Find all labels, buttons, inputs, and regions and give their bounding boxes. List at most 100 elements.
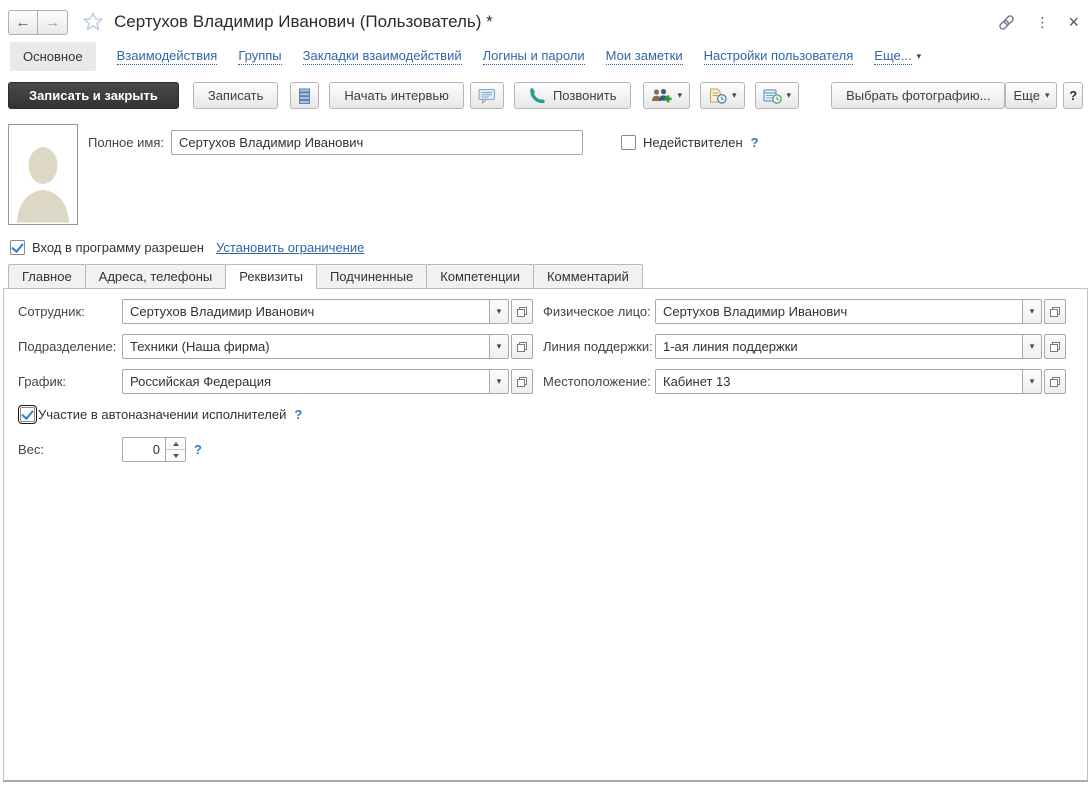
department-select-button[interactable]: ▾ — [489, 334, 509, 359]
individual-select-button[interactable]: ▾ — [1022, 299, 1042, 324]
department-label: Подразделение: — [18, 339, 122, 354]
chevron-down-icon: ▾ — [917, 52, 922, 61]
schedule-input[interactable] — [122, 369, 490, 394]
save-button[interactable]: Записать — [193, 82, 279, 109]
employee-open-button[interactable] — [511, 299, 533, 324]
document-clock-icon — [708, 88, 727, 104]
call-button[interactable]: Позвонить — [514, 82, 632, 109]
auto-assign-help-icon[interactable]: ? — [294, 407, 302, 422]
individual-open-button[interactable] — [1044, 299, 1066, 324]
open-icon — [1050, 342, 1060, 352]
save-and-close-button[interactable]: Записать и закрыть — [8, 82, 179, 109]
forward-button[interactable]: → — [38, 10, 68, 35]
forward-icon: → — [45, 14, 60, 31]
login-allowed-label: Вход в программу разрешен — [32, 240, 204, 255]
tab-addresses-phones[interactable]: Адреса, телефоны — [85, 264, 227, 289]
nav-more-label: Еще... — [874, 48, 911, 65]
tab-comment[interactable]: Комментарий — [533, 264, 643, 289]
form-row: Подразделение: ▾ Линия поддержки: ▾ — [18, 334, 1073, 359]
more-actions-button[interactable]: Еще ▾ — [1005, 82, 1057, 109]
triangle-down-icon — [173, 454, 179, 458]
open-icon — [1050, 377, 1060, 387]
weight-row: Вес: ? — [18, 437, 1073, 462]
schedule-open-button[interactable] — [511, 369, 533, 394]
copy-link-icon[interactable] — [997, 13, 1016, 32]
chevron-down-icon: ▾ — [497, 307, 502, 316]
chevron-down-icon: ▾ — [1030, 307, 1035, 316]
full-name-input[interactable] — [171, 130, 583, 155]
planned-interaction-menu-button[interactable]: ▾ — [700, 82, 745, 109]
location-label: Местоположение: — [543, 374, 655, 389]
department-open-button[interactable] — [511, 334, 533, 359]
login-allowed-row: Вход в программу разрешен Установить огр… — [0, 240, 1091, 255]
close-icon[interactable]: × — [1068, 13, 1079, 31]
help-button[interactable]: ? — [1063, 82, 1083, 109]
invalid-help-icon[interactable]: ? — [751, 135, 759, 150]
tab-competencies[interactable]: Компетенции — [426, 264, 534, 289]
stepper-down-button[interactable] — [166, 450, 185, 461]
window-menu-icon[interactable]: ⋮ — [1035, 15, 1049, 29]
open-icon — [517, 307, 527, 317]
tab-requisites[interactable]: Реквизиты — [225, 264, 317, 289]
weight-help-icon[interactable]: ? — [194, 442, 202, 457]
employee-select-button[interactable]: ▾ — [489, 299, 509, 324]
photo-placeholder[interactable] — [8, 124, 78, 225]
auto-assign-checkbox[interactable] — [20, 407, 35, 422]
triangle-up-icon — [173, 442, 179, 446]
nav-item-groups[interactable]: Группы — [238, 48, 281, 65]
weight-stepper — [165, 437, 186, 462]
nav-item-interactions[interactable]: Взаимодействия — [117, 48, 218, 65]
interaction-list-menu-button[interactable]: ▾ — [755, 82, 800, 109]
nav-item-interaction-bookmarks[interactable]: Закладки взаимодействий — [303, 48, 462, 65]
weight-input[interactable] — [122, 437, 165, 462]
individual-label: Физическое лицо: — [543, 304, 655, 319]
more-actions-label: Еще — [1013, 88, 1039, 103]
invalid-checkbox-label: Недействителен — [643, 135, 743, 150]
full-name-label: Полное имя: — [88, 135, 164, 150]
users-plus-icon — [651, 88, 672, 104]
nav-item-user-settings[interactable]: Настройки пользователя — [704, 48, 854, 65]
auto-assign-label: Участие в автоназначении исполнителей — [38, 407, 286, 422]
tab-main[interactable]: Главное — [8, 264, 86, 289]
list-icon — [298, 88, 311, 104]
stepper-up-button[interactable] — [166, 438, 185, 450]
nav-item-logins-passwords[interactable]: Логины и пароли — [483, 48, 585, 65]
history-nav: ← → — [8, 10, 68, 35]
choose-photo-button[interactable]: Выбрать фотографию... — [831, 82, 1005, 109]
individual-input[interactable] — [655, 299, 1023, 324]
chevron-down-icon: ▾ — [1045, 91, 1050, 100]
favorite-star-icon[interactable] — [82, 11, 104, 33]
department-input[interactable] — [122, 334, 490, 359]
chevron-down-icon: ▾ — [1030, 342, 1035, 351]
location-select-button[interactable]: ▾ — [1022, 369, 1042, 394]
phone-icon — [529, 88, 546, 104]
schedule-select-button[interactable]: ▾ — [489, 369, 509, 394]
chevron-down-icon: ▾ — [497, 342, 502, 351]
chat-bubble-icon — [478, 88, 496, 104]
set-restriction-link[interactable]: Установить ограничение — [216, 240, 364, 255]
support-line-input[interactable] — [655, 334, 1023, 359]
discussion-button[interactable] — [470, 82, 504, 109]
nav-item-main[interactable]: Основное — [10, 42, 96, 71]
login-allowed-checkbox[interactable] — [10, 240, 25, 255]
tab-subordinates[interactable]: Подчиненные — [316, 264, 427, 289]
employee-label: Сотрудник: — [18, 304, 122, 319]
chevron-down-icon: ▾ — [732, 91, 737, 100]
support-line-select-button[interactable]: ▾ — [1022, 334, 1042, 359]
invalid-checkbox[interactable] — [621, 135, 636, 150]
nav-more-menu[interactable]: Еще... ▾ — [874, 48, 921, 65]
weight-label: Вес: — [18, 442, 122, 457]
detail-tabs: Главное Адреса, телефоны Реквизиты Подчи… — [8, 264, 1091, 289]
support-line-open-button[interactable] — [1044, 334, 1066, 359]
nav-item-my-notes[interactable]: Мои заметки — [606, 48, 683, 65]
open-icon — [1050, 307, 1060, 317]
back-button[interactable]: ← — [8, 10, 38, 35]
add-user-menu-button[interactable]: ▾ — [643, 82, 690, 109]
location-open-button[interactable] — [1044, 369, 1066, 394]
location-input[interactable] — [655, 369, 1023, 394]
start-interview-button[interactable]: Начать интервью — [329, 82, 464, 109]
open-icon — [517, 377, 527, 387]
section-nav: Основное Взаимодействия Группы Закладки … — [0, 40, 1091, 72]
show-in-list-button[interactable] — [290, 82, 319, 109]
employee-input[interactable] — [122, 299, 490, 324]
